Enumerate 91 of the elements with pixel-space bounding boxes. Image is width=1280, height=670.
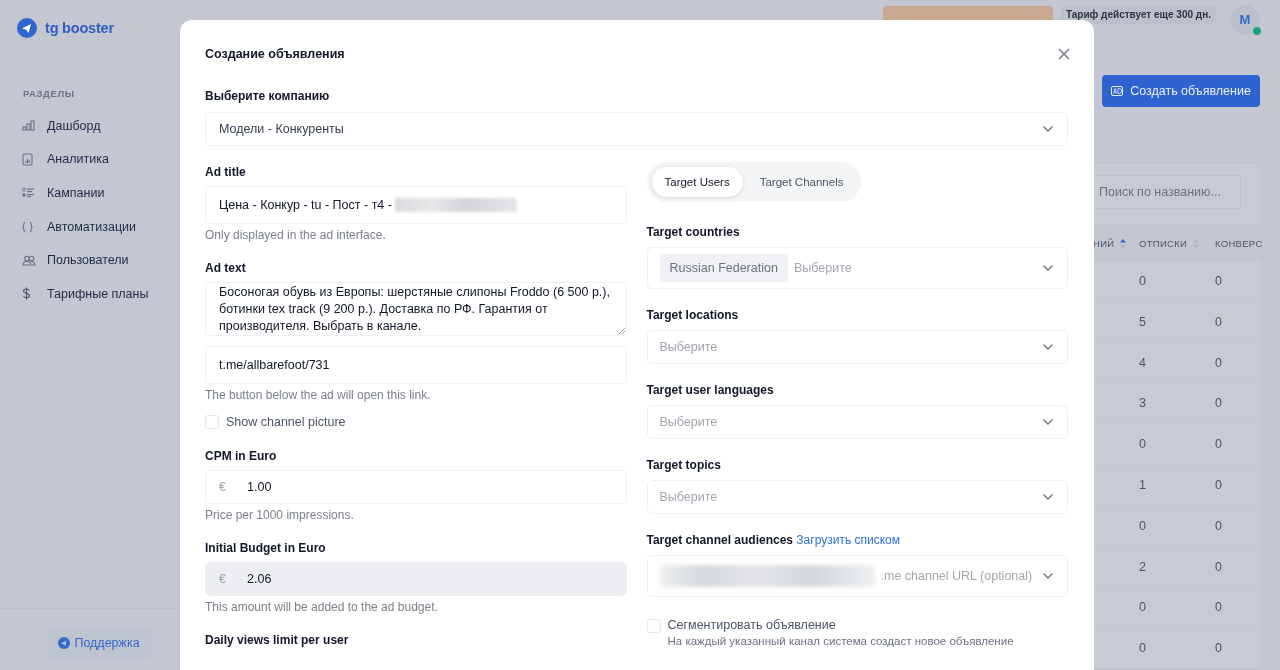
sidebar-item[interactable]: Кампании <box>0 176 180 210</box>
placeholder-text: Выберите <box>659 340 718 354</box>
table-cell: 0 <box>1215 518 1222 533</box>
table-cell: 1 <box>1139 477 1146 492</box>
help-text: Price per 1000 impressions. <box>205 508 355 523</box>
selected-chip[interactable]: Russian Federation <box>659 254 788 282</box>
table-cell: 0 <box>1215 314 1222 329</box>
checkbox-description: На каждый указанный канал система создаст новое объявление <box>667 634 1014 649</box>
logo-icon <box>17 18 37 38</box>
table-cell: 3 <box>1139 396 1146 411</box>
text-area[interactable]: Босоногая обувь из Европы: шерстяные слипоны Froddo (6 500 р.), ботинки tex track (9 200 р.). Доставка по РФ. Гарантия от производителя. Выбрать в канале. <box>205 282 627 336</box>
field-label: Target locations <box>646 308 739 322</box>
placeholder-text: Выберите <box>659 490 718 504</box>
field-label: Target countries <box>646 225 740 239</box>
field-value: 2.06 <box>247 572 272 586</box>
help-text: This amount will be added to the ad budget. <box>205 600 439 615</box>
sidebar-item[interactable]: Пользователи <box>0 243 180 277</box>
telegram-icon <box>58 637 71 649</box>
field-label: Ad text <box>205 260 247 276</box>
checkbox-label: Show channel picture <box>226 415 346 429</box>
column-header: НИЙ <box>1093 237 1115 249</box>
dollar-icon <box>22 287 31 301</box>
input-field[interactable]: Цена - Конкур - tu - Пост - т4 - <box>205 186 627 224</box>
users-icon <box>22 254 36 266</box>
table-cell: 0 <box>1139 437 1146 452</box>
chevron-down-icon <box>1043 344 1053 350</box>
upload-list-link[interactable]: Загрузить списком <box>796 533 900 547</box>
table-cell: 0 <box>1139 641 1146 656</box>
table-cell: 0 <box>1215 273 1222 288</box>
field-label: Ad title <box>205 164 247 180</box>
column-header: ОТПИСКИ <box>1139 237 1188 249</box>
table-cell: 0 <box>1215 396 1222 411</box>
help-text: The button below the ad will open this link. <box>205 388 432 403</box>
field-label: Target channel audiences <box>646 533 793 547</box>
sidebar-item[interactable]: Автоматизации <box>0 209 180 244</box>
sidebar-item[interactable]: Тарифные планы <box>0 276 180 311</box>
column-header: КОНВЕРС <box>1215 237 1263 249</box>
select-field[interactable]: Russian Federation Выберите <box>646 247 1068 289</box>
chevron-down-icon <box>1043 573 1053 579</box>
sidebar-item[interactable]: Аналитика <box>0 142 180 177</box>
placeholder-text: .me channel URL (optional) <box>880 569 1033 583</box>
bar-chart-icon <box>22 120 35 132</box>
tab[interactable]: Target Users <box>651 167 743 197</box>
modal-title: Создание объявления <box>205 47 345 61</box>
placeholder-text: Выберите <box>793 261 852 275</box>
table-cell: 4 <box>1139 355 1146 370</box>
ad-icon <box>1111 86 1124 97</box>
section-title: РАЗДЕЛЫ <box>23 88 76 99</box>
select-field[interactable]: Модели - Конкуренты <box>205 112 1068 146</box>
input-field[interactable]: t.me/allbarefoot/731 <box>205 346 627 384</box>
braces-icon <box>22 220 33 233</box>
checkbox[interactable] <box>646 619 661 633</box>
input-field[interactable]: € 1.00 <box>205 470 627 504</box>
tab[interactable]: Target Channels <box>746 167 857 197</box>
plan-notice: Тариф действует еще 300 дн. <box>1060 6 1216 24</box>
table-cell: 0 <box>1215 355 1222 370</box>
field-label: Target topics <box>646 458 721 472</box>
help-text: Only displayed in the ad interface. <box>205 228 387 243</box>
table-cell: 2 <box>1139 559 1146 574</box>
field-label: CPM in Euro <box>205 448 278 464</box>
chevron-down-icon <box>1043 419 1053 425</box>
table-cell: 0 <box>1215 437 1222 452</box>
table-cell: 0 <box>1215 477 1222 492</box>
field-label: Target user languages <box>646 383 774 397</box>
app-logo: tg booster <box>45 20 114 36</box>
create-ad-button[interactable]: Создать объявление <box>1102 75 1260 108</box>
table-cell: 0 <box>1215 600 1222 615</box>
placeholder-text: Выберите <box>659 415 718 429</box>
list-icon <box>22 187 35 199</box>
chevron-down-icon <box>1043 126 1053 132</box>
sidebar-item[interactable]: Дашборд <box>0 109 180 143</box>
resize-handle-icon[interactable] <box>617 327 625 334</box>
report-icon <box>22 152 33 166</box>
table-cell: 0 <box>1139 600 1146 615</box>
table-cell: 0 <box>1139 518 1146 533</box>
close-icon[interactable] <box>1058 48 1070 60</box>
table-cell: 0 <box>1139 273 1146 288</box>
currency-symbol: € <box>219 572 227 586</box>
field-label: Initial Budget in Euro <box>205 540 327 556</box>
table-cell: 0 <box>1215 559 1222 574</box>
field-label: Выберите компанию <box>205 88 331 104</box>
table-cell: 5 <box>1139 314 1146 329</box>
sort-icon[interactable] <box>1120 238 1127 248</box>
chevron-down-icon <box>1043 265 1053 271</box>
checkbox[interactable] <box>205 415 219 429</box>
currency-symbol: € <box>219 480 227 494</box>
table-cell: 0 <box>1215 641 1222 656</box>
field-value: 1.00 <box>247 480 272 494</box>
chevron-down-icon <box>1043 494 1053 500</box>
checkbox-label: Сегментировать объявление <box>667 617 837 633</box>
field-label: Daily views limit per user <box>205 632 350 648</box>
